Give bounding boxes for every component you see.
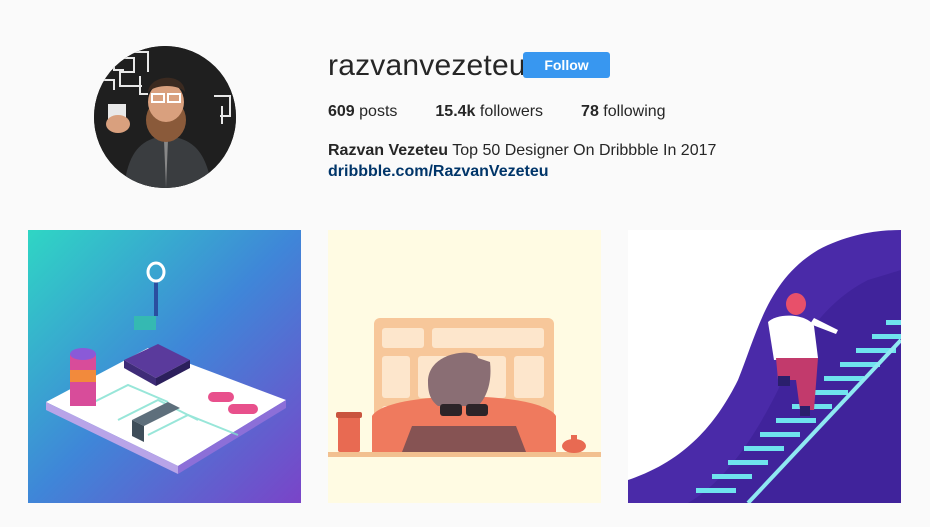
posts-label: posts: [359, 103, 398, 120]
follow-button[interactable]: Follow: [523, 52, 610, 78]
stat-followers[interactable]: 15.4k followers: [435, 102, 543, 122]
stat-following[interactable]: 78 following: [581, 102, 666, 122]
profile-username: razvanvezeteu: [328, 49, 526, 82]
profile-full-name: Razvan Vezeteu: [328, 142, 449, 159]
post-thumbnail-1[interactable]: [28, 230, 301, 503]
posts-count: 609: [328, 103, 355, 120]
stat-posts: 609 posts: [328, 102, 397, 122]
post-thumbnail-2[interactable]: [328, 230, 601, 503]
post-thumbnail-3[interactable]: [628, 230, 901, 503]
profile-stats: 609 posts 15.4k followers 78 following: [328, 102, 704, 122]
profile-bio: Razvan Vezeteu Top 50 Designer On Dribbb…: [328, 141, 716, 161]
profile-avatar[interactable]: [94, 46, 236, 188]
followers-count: 15.4k: [435, 103, 476, 120]
followers-label: followers: [479, 103, 544, 120]
following-label: following: [603, 103, 666, 120]
following-count: 78: [581, 103, 599, 120]
profile-website-link[interactable]: dribbble.com/RazvanVezeteu: [328, 162, 549, 182]
bio-text: Top 50 Designer On Dribbble In 2017: [452, 142, 717, 159]
